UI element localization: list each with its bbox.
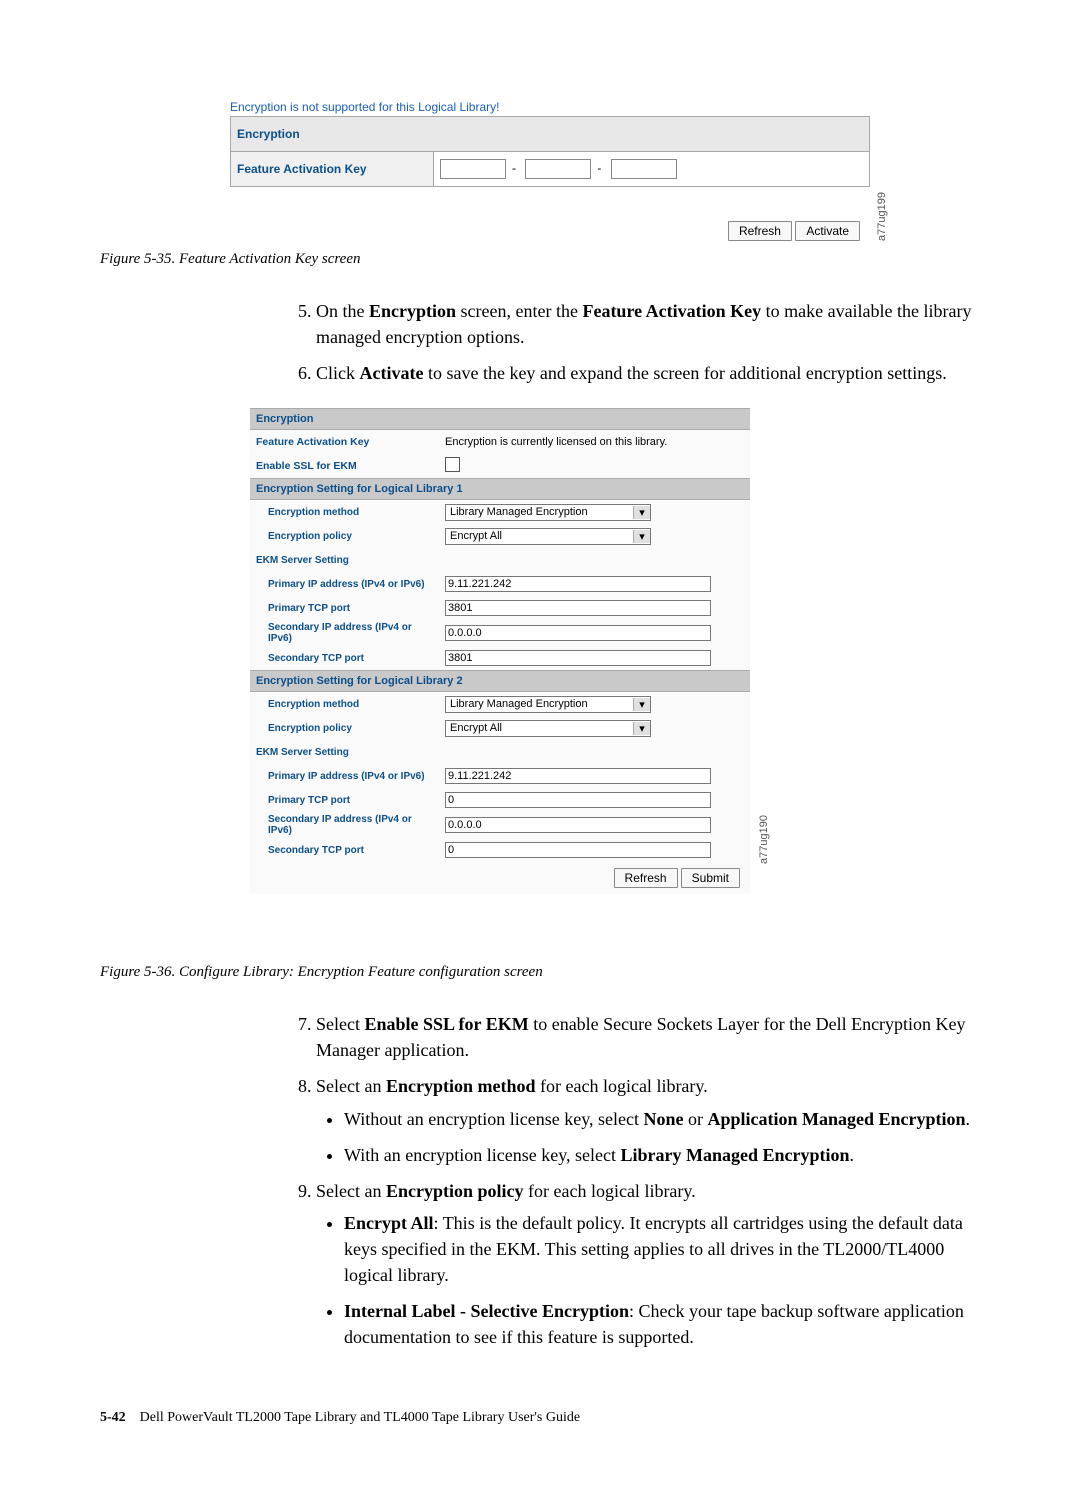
- lib2-primary-port-input[interactable]: [445, 792, 711, 808]
- lib1-primary-port-input[interactable]: [445, 600, 711, 616]
- fak-input-1[interactable]: [440, 159, 506, 179]
- step-7: Select Enable SSL for EKM to enable Secu…: [316, 1011, 980, 1063]
- footer-title: Dell PowerVault TL2000 Tape Library and …: [140, 1410, 580, 1425]
- feature-activation-key-screenshot: Encryption is not supported for this Log…: [230, 100, 870, 241]
- dropdown-arrow-icon: ▾: [633, 698, 650, 711]
- lib2-primary-ip-input[interactable]: [445, 768, 711, 784]
- lib2-secondary-ip-label: Secondary IP address (IPv4 or IPv6): [250, 812, 439, 838]
- lib2-primary-ip-label: Primary IP address (IPv4 or IPv6): [250, 764, 439, 788]
- step-8: Select an Encryption method for each log…: [316, 1073, 980, 1167]
- lib2-ekm-label: EKM Server Setting: [250, 740, 439, 764]
- step-9-bullet-2: Internal Label - Selective Encryption: C…: [344, 1298, 980, 1350]
- ssl-checkbox[interactable]: [445, 457, 460, 472]
- refresh-button[interactable]: Refresh: [728, 221, 792, 241]
- encryption-config-screenshot: Encryption Feature Activation Key Encryp…: [250, 408, 750, 894]
- encryption-header: Encryption: [231, 117, 870, 152]
- image-code-2: a77ug190: [758, 815, 770, 864]
- step-6: Click Activate to save the key and expan…: [316, 360, 980, 386]
- lib2-secondary-port-input[interactable]: [445, 842, 711, 858]
- figure-caption-5-36: Figure 5-36. Configure Library: Encrypti…: [100, 964, 980, 981]
- lib1-primary-port-label: Primary TCP port: [250, 596, 439, 620]
- lib1-header: Encryption Setting for Logical Library 1: [250, 479, 750, 500]
- ssl-label: Enable SSL for EKM: [250, 454, 439, 479]
- step-9: Select an Encryption policy for each log…: [316, 1178, 980, 1351]
- step-9-bullet-1: Encrypt All: This is the default policy.…: [344, 1210, 980, 1288]
- submit-button[interactable]: Submit: [681, 868, 740, 888]
- page-number: 5-42: [100, 1410, 126, 1425]
- dropdown-arrow-icon: ▾: [633, 722, 650, 735]
- lib1-primary-ip-input[interactable]: [445, 576, 711, 592]
- figure-caption-5-35: Figure 5-35. Feature Activation Key scre…: [100, 251, 980, 268]
- fak-label2: Feature Activation Key: [250, 430, 439, 455]
- lib1-secondary-ip-input[interactable]: [445, 625, 711, 641]
- page-footer: 5-42 Dell PowerVault TL2000 Tape Library…: [100, 1410, 980, 1426]
- lib2-policy-label: Encryption policy: [250, 716, 439, 740]
- lib1-method-select[interactable]: Library Managed Encryption▾: [445, 504, 651, 521]
- refresh-button-2[interactable]: Refresh: [614, 868, 678, 888]
- dropdown-arrow-icon: ▾: [633, 530, 650, 543]
- lib1-secondary-port-input[interactable]: [445, 650, 711, 666]
- lib1-secondary-ip-label: Secondary IP address (IPv4 or IPv6): [250, 620, 439, 646]
- encryption-header2: Encryption: [250, 409, 750, 430]
- image-code: a77ug199: [876, 192, 888, 241]
- step-8-bullet-1: Without an encryption license key, selec…: [344, 1106, 980, 1132]
- lib1-ekm-label: EKM Server Setting: [250, 548, 439, 572]
- lib2-method-label: Encryption method: [250, 692, 439, 717]
- fak-status: Encryption is currently licensed on this…: [439, 430, 750, 455]
- lib1-policy-label: Encryption policy: [250, 524, 439, 548]
- fak-input-2[interactable]: [525, 159, 591, 179]
- step-8-bullet-2: With an encryption license key, select L…: [344, 1142, 980, 1168]
- lib2-secondary-ip-input[interactable]: [445, 817, 711, 833]
- fak-input-3[interactable]: [611, 159, 677, 179]
- lib1-primary-ip-label: Primary IP address (IPv4 or IPv6): [250, 572, 439, 596]
- fak-label: Feature Activation Key: [231, 152, 434, 187]
- warn-text: Encryption is not supported for this Log…: [230, 100, 870, 114]
- step-5: On the Encryption screen, enter the Feat…: [316, 298, 980, 350]
- dropdown-arrow-icon: ▾: [633, 506, 650, 519]
- lib2-policy-select[interactable]: Encrypt All▾: [445, 720, 651, 737]
- activate-button[interactable]: Activate: [795, 221, 860, 241]
- lib1-policy-select[interactable]: Encrypt All▾: [445, 528, 651, 545]
- fak-fields: - -: [434, 152, 870, 187]
- lib2-primary-port-label: Primary TCP port: [250, 788, 439, 812]
- lib2-header: Encryption Setting for Logical Library 2: [250, 671, 750, 692]
- lib1-secondary-port-label: Secondary TCP port: [250, 646, 439, 671]
- lib2-method-select[interactable]: Library Managed Encryption▾: [445, 696, 651, 713]
- lib1-method-label: Encryption method: [250, 500, 439, 525]
- lib2-secondary-port-label: Secondary TCP port: [250, 838, 439, 862]
